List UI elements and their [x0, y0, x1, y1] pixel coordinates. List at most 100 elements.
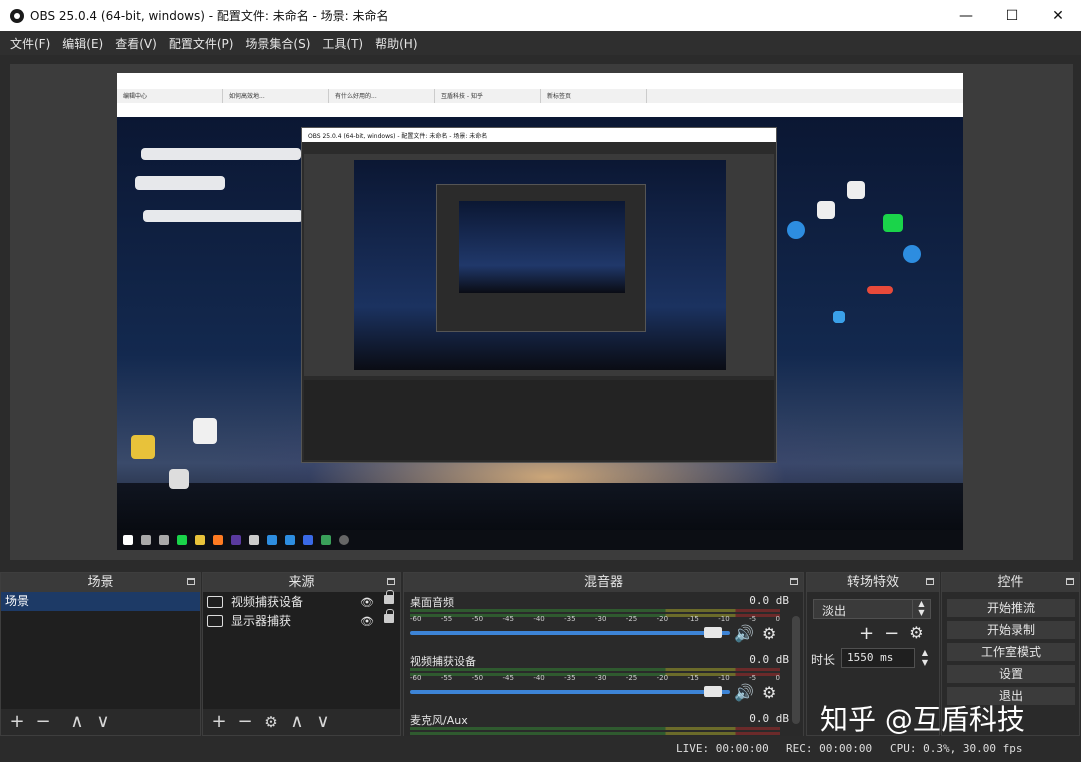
menu-edit[interactable]: 编辑(E) — [56, 35, 109, 52]
settings-button[interactable]: 设置 — [946, 664, 1076, 684]
tick-label: -35 — [564, 615, 576, 623]
captured-tab: 有什么好用的... — [329, 89, 435, 103]
add-scene-button[interactable]: + — [7, 711, 27, 732]
remove-transition-button[interactable]: − — [884, 623, 899, 644]
captured-tab: 新标签页 — [541, 89, 647, 103]
nested-canvas — [354, 160, 726, 370]
meter-ticks: -60 -55 -50 -45 -40 -35 -30 -25 -20 -15 -10 -5 0 — [410, 674, 780, 682]
desktop-icon — [817, 201, 835, 219]
speaker-icon[interactable]: 🔊 — [734, 624, 754, 643]
tick-label: -45 — [502, 615, 514, 623]
float-dock-icon[interactable] — [790, 578, 798, 585]
add-transition-button[interactable]: + — [859, 623, 874, 644]
cpu-fps: CPU: 0.3%, 30.00 fps — [890, 742, 1023, 755]
channel-name: 麦克风/Aux — [410, 714, 468, 727]
scene-item[interactable]: 场景 — [1, 592, 200, 611]
menu-help[interactable]: 帮助(H) — [369, 35, 423, 52]
studio-mode-button[interactable]: 工作室模式 — [946, 642, 1076, 662]
volume-slider[interactable] — [410, 631, 730, 635]
menu-profile[interactable]: 配置文件(P) — [163, 35, 240, 52]
desktop-icon — [883, 214, 903, 232]
close-button[interactable]: ✕ — [1035, 0, 1081, 31]
transition-select[interactable]: 淡出 ▲ ▼ — [813, 599, 931, 619]
float-dock-icon[interactable] — [387, 578, 395, 585]
float-dock-icon[interactable] — [926, 578, 934, 585]
source-item[interactable]: 显示器捕获 👁 — [203, 609, 400, 630]
move-source-down-button[interactable]: ∨ — [313, 711, 333, 732]
tick-label: 0 — [775, 674, 780, 682]
source-properties-button[interactable]: ⚙ — [261, 713, 281, 731]
desktop-icon — [787, 221, 805, 239]
scenes-dock: 场景 场景 + − ∧ ∨ — [0, 572, 201, 736]
maximize-button[interactable]: ☐ — [989, 0, 1035, 31]
volume-slider[interactable] — [410, 690, 730, 694]
tick-label: -10 — [718, 674, 730, 682]
duration-stepper[interactable]: ▲ ▼ — [919, 648, 931, 668]
tick-label: -55 — [440, 615, 453, 623]
scenes-toolbar: + − ∧ ∨ — [1, 708, 200, 735]
float-dock-icon[interactable] — [187, 578, 195, 585]
sources-toolbar: + − ⚙ ∧ ∨ — [203, 708, 400, 735]
app-icon — [195, 535, 205, 545]
sources-list: 视频捕获设备 👁 显示器捕获 👁 — [203, 590, 400, 709]
gear-icon[interactable]: ⚙ — [762, 683, 776, 702]
nested-obs-window: OBS 25.0.4 (64-bit, windows) - 配置文件: 未命名… — [301, 127, 777, 463]
source-item[interactable]: 视频捕获设备 👁 — [203, 590, 400, 611]
app-icon — [231, 535, 241, 545]
menu-file[interactable]: 文件(F) — [4, 35, 56, 52]
start-streaming-button[interactable]: 开始推流 — [946, 598, 1076, 618]
move-scene-up-button[interactable]: ∧ — [67, 711, 87, 732]
nested-preview — [304, 154, 774, 376]
float-dock-icon[interactable] — [1066, 578, 1074, 585]
tick-label: -15 — [687, 674, 699, 682]
transition-selected: 淡出 — [822, 604, 847, 618]
captured-tab: 如何高效地... — [223, 89, 329, 103]
remove-scene-button[interactable]: − — [33, 711, 53, 732]
start-recording-button[interactable]: 开始录制 — [946, 620, 1076, 640]
app-icon — [177, 535, 187, 545]
nested-canvas-2 — [459, 201, 625, 293]
gear-icon[interactable]: ⚙ — [762, 624, 776, 643]
captured-tab: 互盾科技 - 知乎 — [435, 89, 541, 103]
chevron-updown-icon: ▲ ▼ — [912, 599, 930, 619]
tick-label: -15 — [687, 615, 699, 623]
menu-view[interactable]: 查看(V) — [109, 35, 163, 52]
minimize-button[interactable]: — — [943, 0, 989, 31]
nested-obs-title: OBS 25.0.4 (64-bit, windows) - 配置文件: 未命名… — [302, 128, 776, 142]
tick-label: -30 — [594, 674, 607, 682]
remove-source-button[interactable]: − — [235, 711, 255, 732]
tick-label: -40 — [533, 674, 545, 682]
menu-tools[interactable]: 工具(T) — [316, 35, 369, 52]
visibility-eye-icon[interactable]: 👁 — [360, 615, 374, 628]
tick-label: -60 — [410, 674, 422, 682]
menu-scene-collection[interactable]: 场景集合(S) — [239, 35, 316, 52]
channel-db: 0.0 dB — [749, 712, 789, 725]
tick-label: -50 — [471, 615, 484, 623]
level-meter — [410, 727, 780, 730]
captured-taskbar — [117, 530, 963, 550]
desktop-icon — [169, 469, 189, 489]
add-source-button[interactable]: + — [209, 711, 229, 732]
volume-slider-handle[interactable] — [704, 686, 722, 697]
sources-title: 来源 — [288, 575, 315, 590]
move-source-up-button[interactable]: ∧ — [287, 711, 307, 732]
speaker-icon[interactable]: 🔊 — [734, 683, 754, 702]
window-controls: — ☐ ✕ — [943, 0, 1081, 31]
app-icon — [285, 535, 295, 545]
app-icon — [213, 535, 223, 545]
scenes-list: 场景 — [1, 592, 200, 709]
visibility-eye-icon[interactable]: 👁 — [360, 596, 374, 609]
mixer-scrollbar[interactable] — [792, 616, 800, 724]
lock-icon[interactable] — [384, 590, 394, 604]
nested-obs-window-2 — [436, 184, 646, 332]
duration-field[interactable]: 1550 ms — [841, 648, 915, 668]
move-scene-down-button[interactable]: ∨ — [93, 711, 113, 732]
mixer-channels: 桌面音频 0.0 dB -60 -55 -50 -45 -40 -35 -30 -25 -20-… — [404, 592, 803, 736]
transition-properties-button[interactable]: ⚙ — [909, 623, 923, 644]
volume-slider-handle[interactable] — [704, 627, 722, 638]
app-icon — [303, 535, 313, 545]
desktop-icon — [867, 286, 893, 294]
tick-label: 0 — [775, 615, 780, 623]
preview-canvas[interactable]: 编辑中心 如何高效地... 有什么好用的... 互盾科技 - 知乎 新标签页 O… — [117, 73, 963, 550]
lock-icon[interactable] — [384, 609, 394, 623]
